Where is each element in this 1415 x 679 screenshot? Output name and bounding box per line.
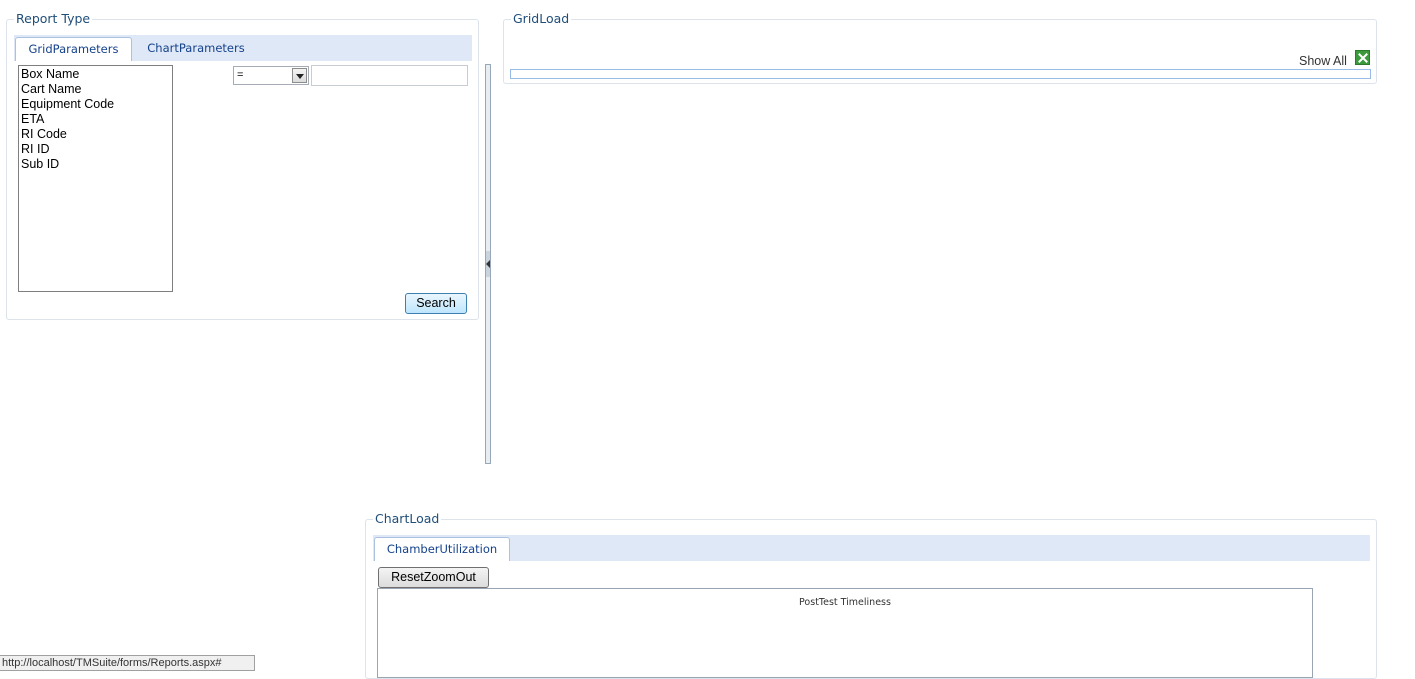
status-bar-url: http://localhost/TMSuite/forms/Reports.a… [0,655,255,671]
list-item[interactable]: RI Code [21,127,170,142]
operator-select[interactable]: = [233,66,309,85]
reset-zoom-button[interactable]: ResetZoomOut [378,567,489,588]
chart-load-tabbar: ChamberUtilization [373,535,1370,561]
grid-load-panel: GridLoad Show All [503,12,1377,84]
report-type-legend: Report Type [14,11,93,26]
list-item[interactable]: Equipment Code [21,97,170,112]
grid-table [510,69,1371,79]
chart-load-panel: ChartLoad ChamberUtilization ResetZoomOu… [365,512,1377,679]
report-type-tabbar: GridParameters ChartParameters [14,35,472,61]
field-listbox[interactable]: Box Name Cart Name Equipment Code ETA RI… [18,65,173,292]
value-input[interactable] [311,65,468,86]
tab-chamber-utilization[interactable]: ChamberUtilization [374,537,510,561]
tab-chart-parameters[interactable]: ChartParameters [138,37,254,61]
operator-value: = [237,69,244,81]
list-item[interactable]: Box Name [21,67,170,82]
chart-load-legend: ChartLoad [373,511,442,526]
chevron-down-icon[interactable] [292,68,307,83]
search-button[interactable]: Search [405,293,467,314]
list-item[interactable]: RI ID [21,142,170,157]
chart-title: PostTest Timeliness [799,597,891,608]
list-item[interactable]: Sub ID [21,157,170,172]
chart-area[interactable]: PostTest Timeliness [377,588,1313,678]
list-item[interactable]: Cart Name [21,82,170,97]
show-all-link[interactable]: Show All [1299,54,1347,68]
list-item[interactable]: ETA [21,112,170,127]
report-type-panel: Report Type GridParameters ChartParamete… [6,12,479,320]
panel-splitter[interactable] [485,64,491,464]
tab-grid-parameters[interactable]: GridParameters [15,37,132,61]
excel-icon[interactable] [1355,50,1370,65]
grid-load-legend: GridLoad [511,11,572,26]
collapse-arrow-icon[interactable] [486,251,490,277]
